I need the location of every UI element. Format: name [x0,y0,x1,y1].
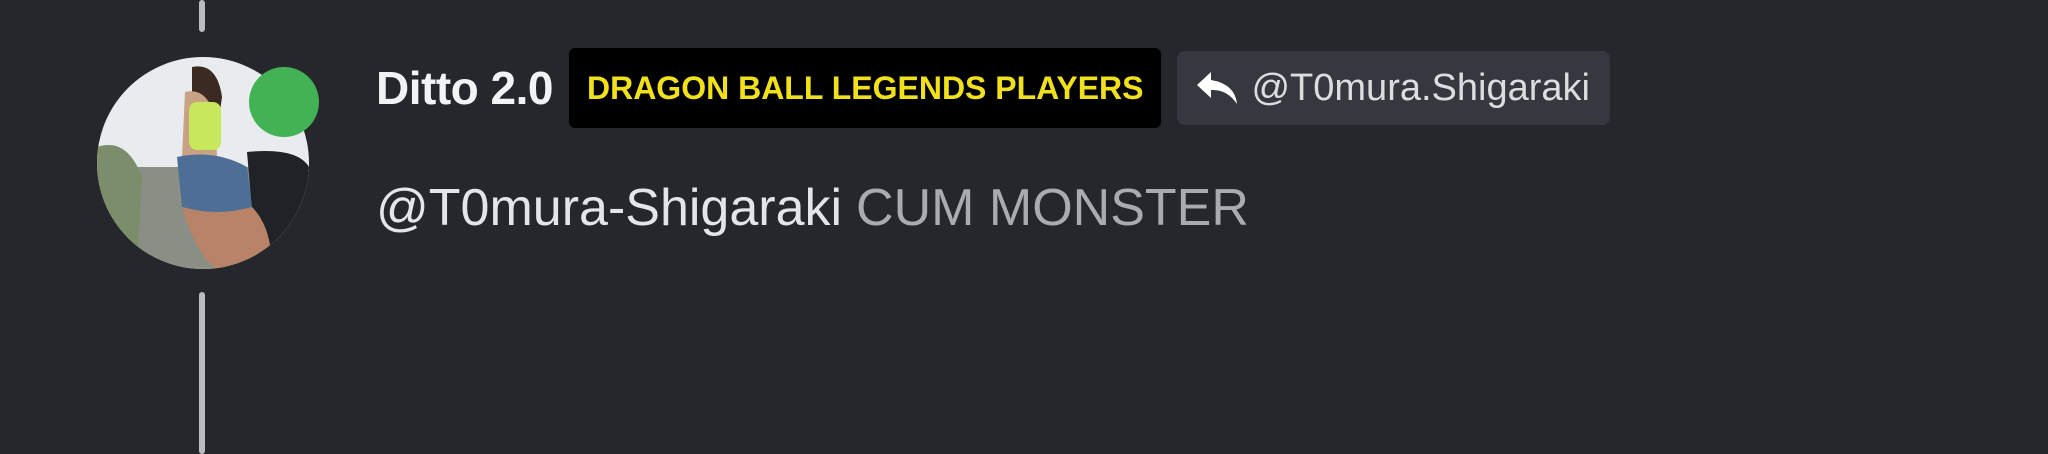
author-avatar[interactable] [97,57,319,269]
reply-reference-button[interactable]: @T0mura.Shigaraki [1177,51,1610,125]
message-text: CUM MONSTER [856,179,1249,237]
post-header: Ditto 2.0 DRAGON BALL LEGENDS PLAYERS @T… [376,48,1610,128]
reply-target-label: @T0mura.Shigaraki [1251,66,1590,109]
message-body: @T0mura-Shigaraki CUM MONSTER [376,178,1249,238]
thread-line-top [199,0,205,32]
thread-line-bottom [199,292,205,454]
user-mention[interactable]: @T0mura-Shigaraki [376,179,842,237]
role-tag[interactable]: DRAGON BALL LEGENDS PLAYERS [568,48,1162,128]
author-name[interactable]: Ditto 2.0 [376,61,553,115]
online-status-indicator [249,67,319,137]
reply-arrow-icon [1195,70,1239,106]
